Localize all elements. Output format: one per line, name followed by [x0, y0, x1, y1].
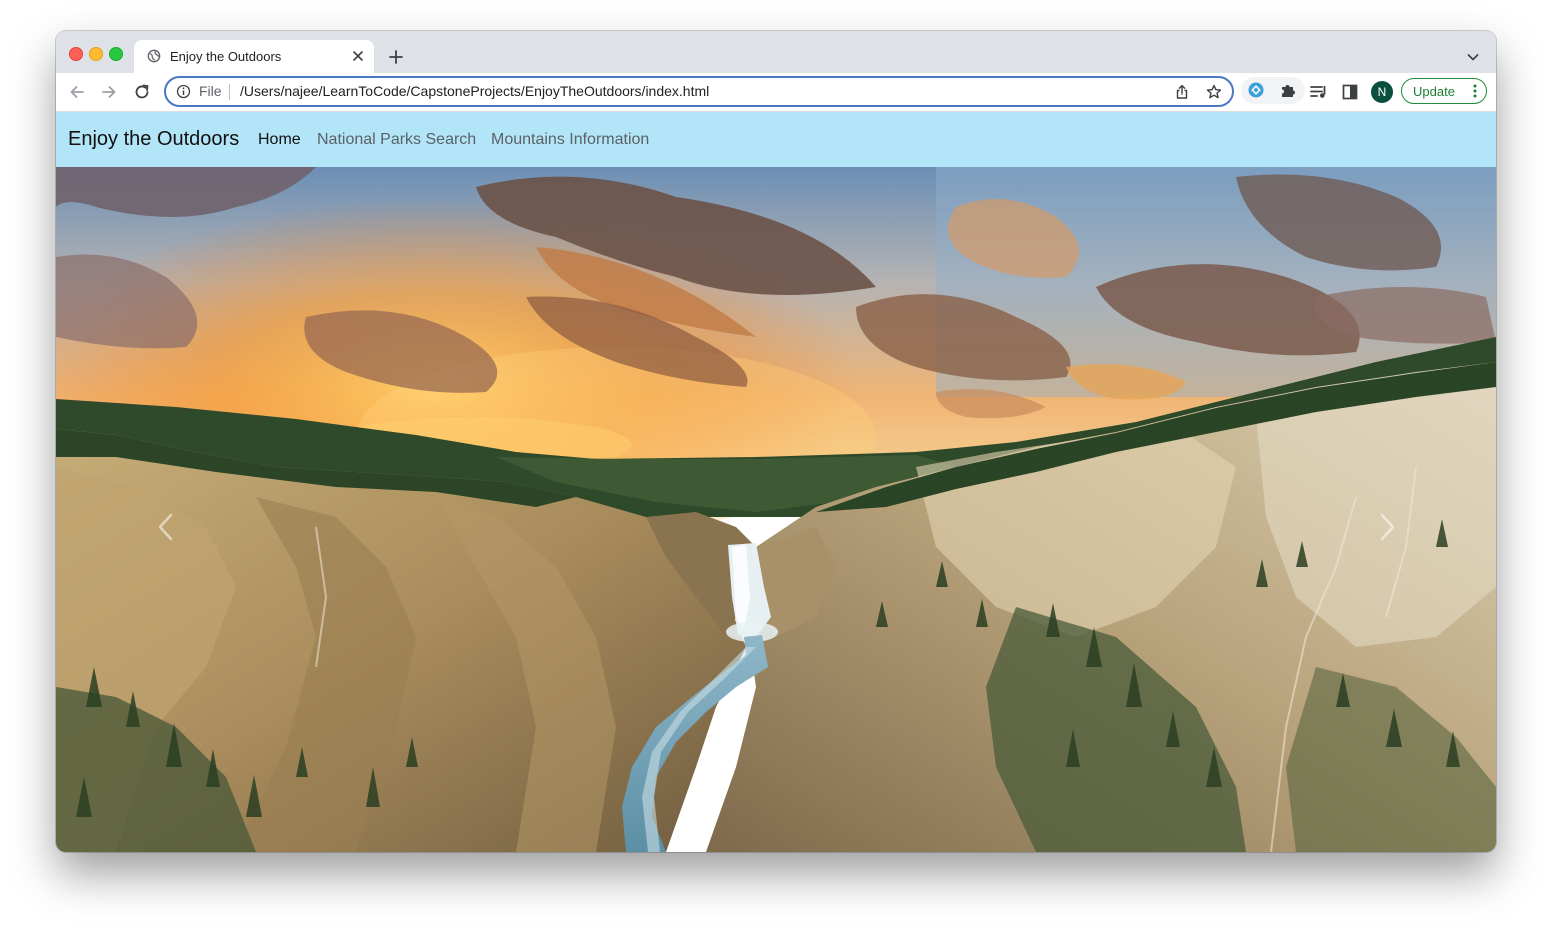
close-icon[interactable]: [351, 49, 365, 63]
side-panel-icon[interactable]: [1341, 83, 1359, 101]
update-button[interactable]: Update: [1401, 78, 1487, 104]
share-icon[interactable]: [1174, 84, 1190, 100]
plus-icon[interactable]: [388, 49, 404, 65]
reload-icon[interactable]: [133, 83, 151, 101]
kebab-menu-icon[interactable]: [1473, 84, 1477, 98]
close-window-button[interactable]: [69, 47, 83, 61]
reading-list-icon[interactable]: [1309, 83, 1327, 101]
zoom-window-button[interactable]: [109, 47, 123, 61]
profile-avatar[interactable]: N: [1371, 81, 1393, 103]
browser-tab[interactable]: Enjoy the Outdoors: [134, 40, 374, 73]
extensions-group: [1241, 77, 1305, 104]
update-button-label: Update: [1413, 84, 1455, 99]
globe-icon: [147, 49, 161, 63]
star-icon[interactable]: [1206, 84, 1222, 100]
extension-diamond-icon[interactable]: [1247, 81, 1265, 99]
nav-link-home[interactable]: Home: [258, 131, 301, 149]
chevron-left-icon[interactable]: [155, 512, 177, 542]
nav-link-national-parks-search[interactable]: National Parks Search: [317, 131, 476, 149]
arrow-left-icon[interactable]: [68, 83, 86, 101]
minimize-window-button[interactable]: [89, 47, 103, 61]
web-page: Enjoy the Outdoors Home National Parks S…: [56, 112, 1496, 852]
chevron-right-icon[interactable]: [1376, 512, 1398, 542]
address-bar[interactable]: File /Users/najee/LearnToCode/CapstonePr…: [164, 76, 1234, 107]
arrow-right-icon[interactable]: [100, 83, 118, 101]
hero-carousel: [56, 167, 1496, 852]
site-brand[interactable]: Enjoy the Outdoors: [68, 128, 239, 151]
browser-window: Enjoy the Outdoors File /Users/najee/Lea…: [56, 31, 1496, 852]
info-icon[interactable]: [176, 84, 191, 99]
puzzle-icon[interactable]: [1279, 81, 1297, 99]
browser-toolbar: File /Users/najee/LearnToCode/CapstonePr…: [56, 73, 1496, 112]
chevron-down-icon[interactable]: [1466, 50, 1480, 64]
nav-link-mountains-information[interactable]: Mountains Information: [491, 131, 649, 149]
carousel-image: [56, 167, 1496, 852]
url-scheme-label: File: [199, 83, 222, 99]
site-navbar: Enjoy the Outdoors Home National Parks S…: [56, 112, 1496, 167]
url-text[interactable]: /Users/najee/LearnToCode/CapstoneProject…: [240, 83, 709, 99]
omnibox-divider: [229, 84, 230, 100]
tab-title: Enjoy the Outdoors: [170, 49, 282, 64]
tab-strip: Enjoy the Outdoors: [56, 31, 1496, 73]
